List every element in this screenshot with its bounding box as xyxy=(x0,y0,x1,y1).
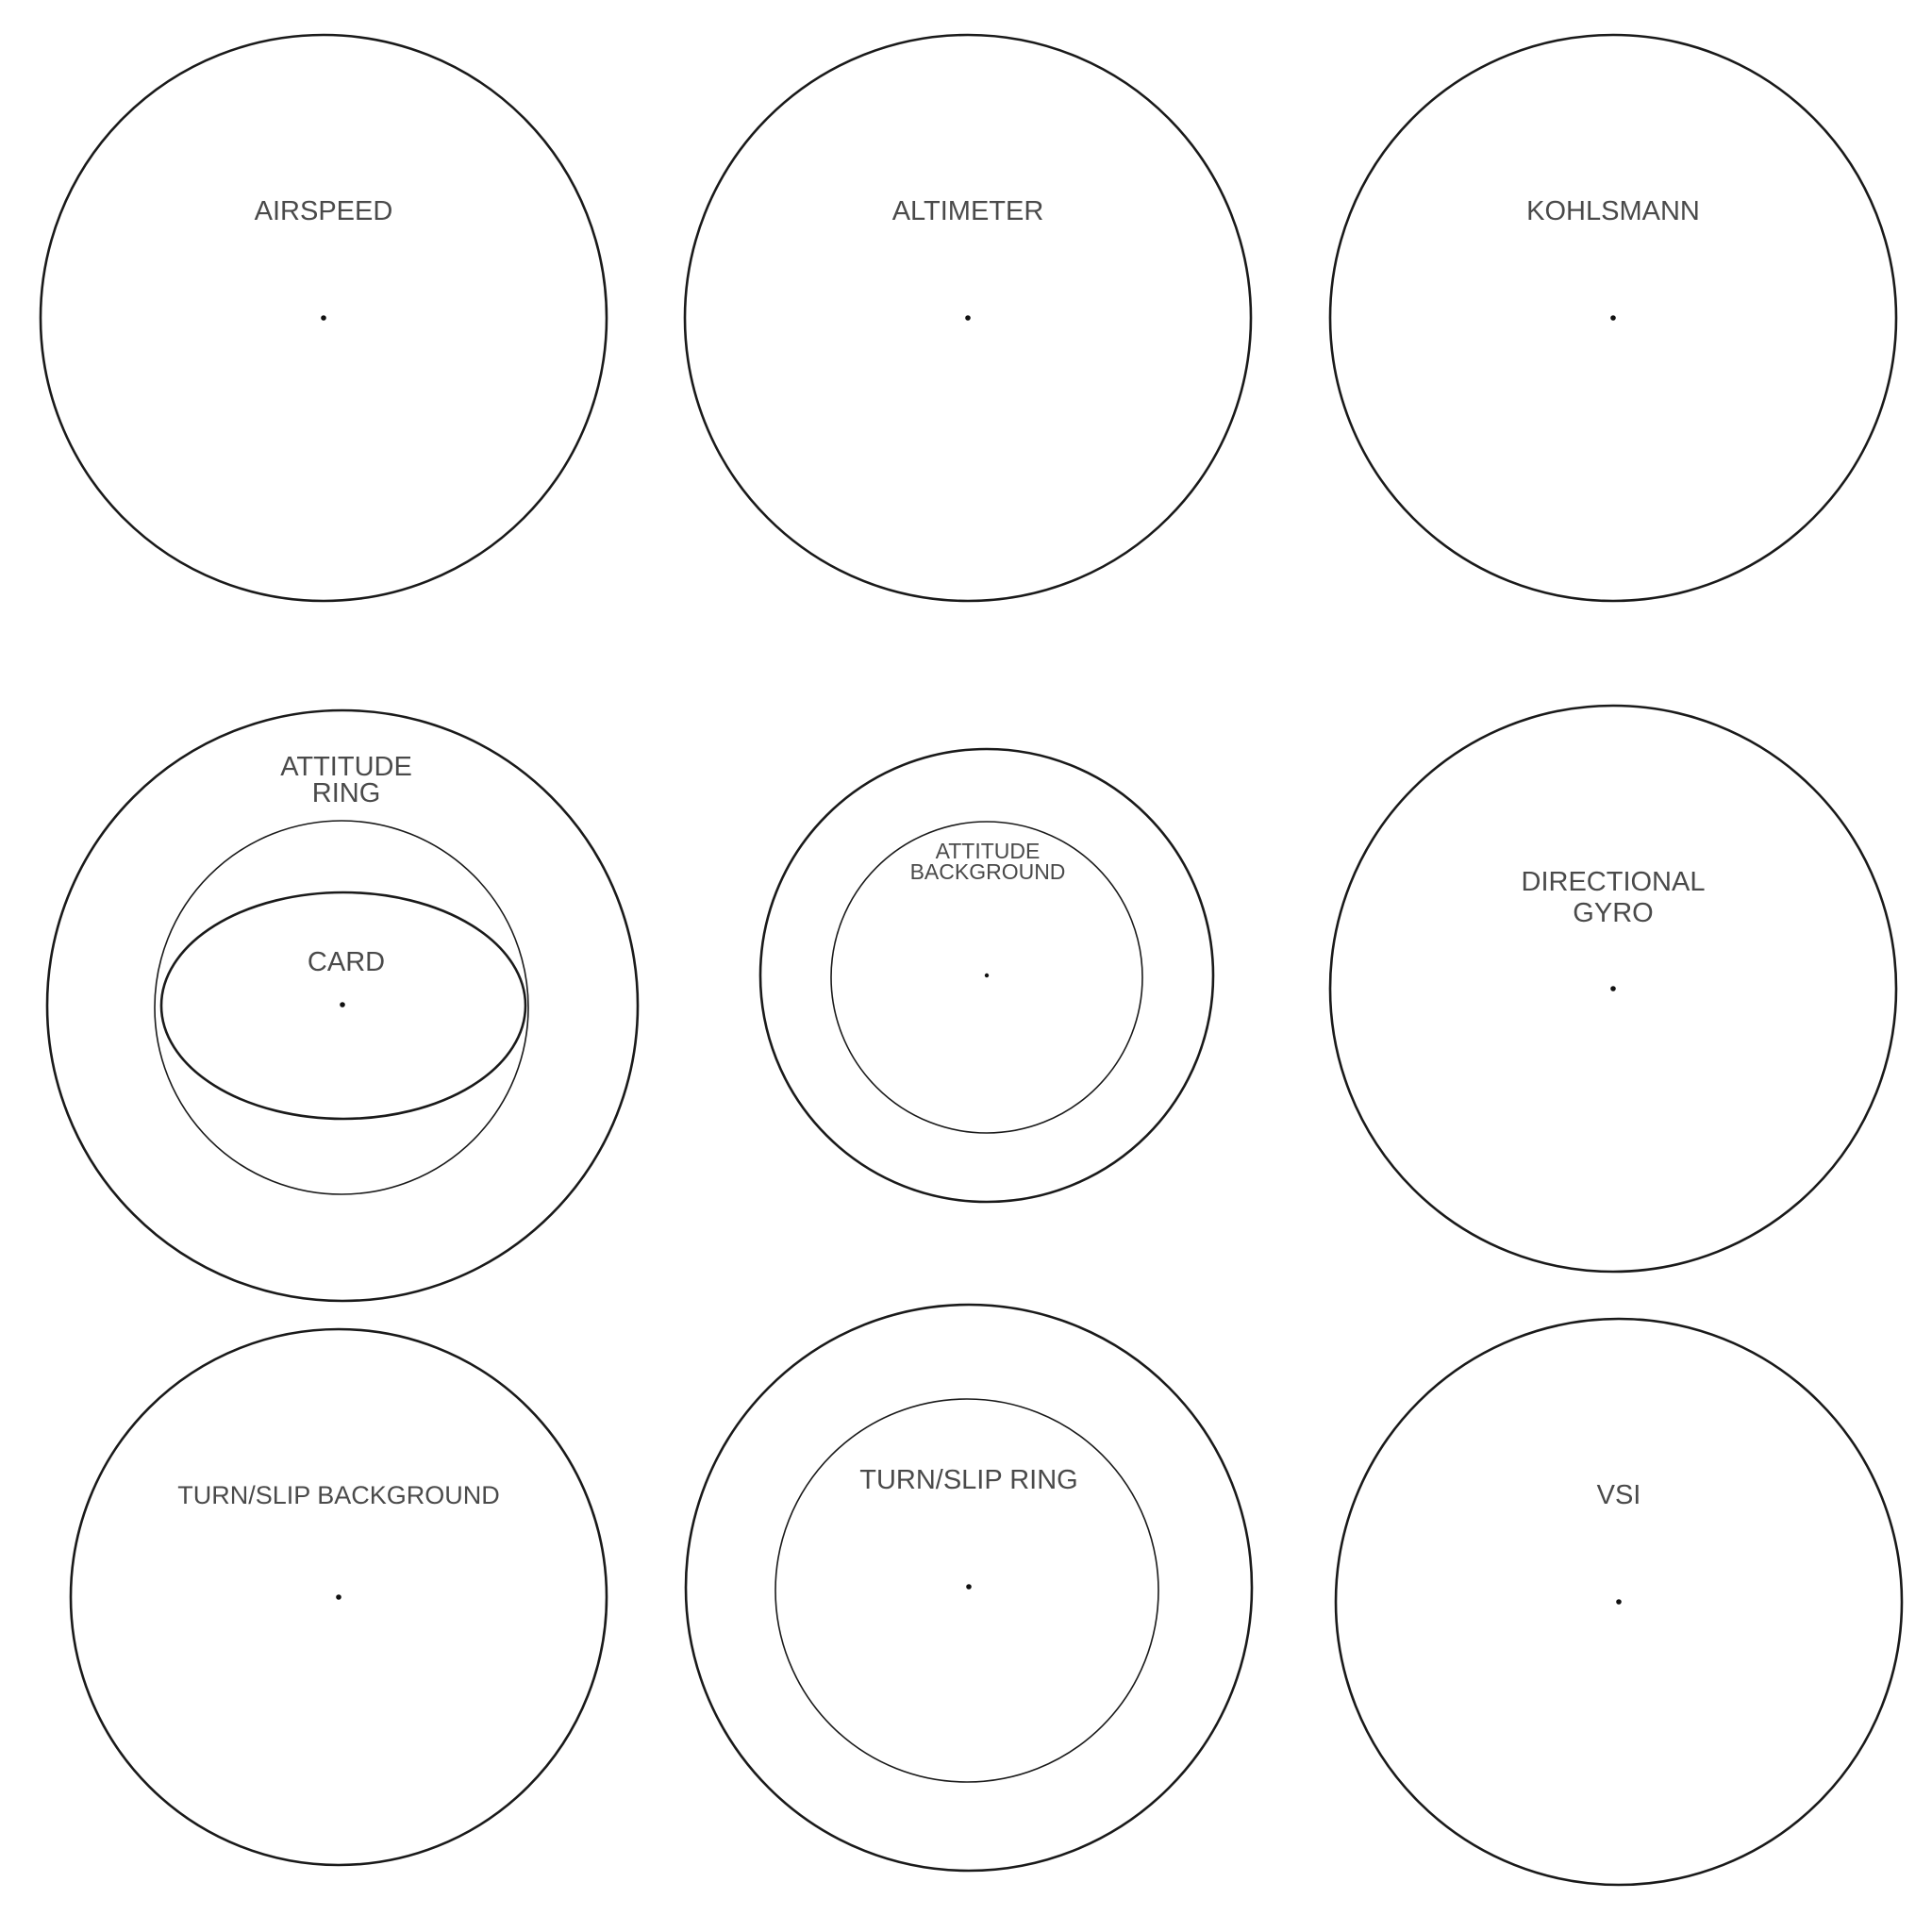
airspeed-label: AIRSPEED xyxy=(255,196,393,226)
card-center-dot xyxy=(340,1002,345,1008)
turn-slip-ring-center-dot xyxy=(966,1584,972,1590)
altimeter-center-dot xyxy=(965,315,971,321)
card-label: CARD xyxy=(308,947,385,977)
vsi-label: VSI xyxy=(1597,1480,1641,1510)
kohlsmann-center-dot xyxy=(1610,315,1616,321)
altimeter-gauge: ALTIMETER xyxy=(683,33,1253,603)
kohlsmann-gauge: KOHLSMANN xyxy=(1328,33,1898,603)
turn-slip-ring-label: TURN/SLIP RING xyxy=(859,1465,1078,1495)
turn-slip-ring-inner-circle xyxy=(774,1398,1159,1783)
attitude-ring-label-line2: RING xyxy=(312,778,381,808)
vsi-center-dot xyxy=(1616,1599,1622,1605)
directional-gyro-label-line1: DIRECTIONAL xyxy=(1522,867,1706,897)
altimeter-label: ALTIMETER xyxy=(892,196,1044,226)
attitude-ring-gauge: ATTITUDE RING CARD xyxy=(45,708,640,1303)
attitude-background-gauge: ATTITUDE BACKGROUND xyxy=(758,747,1215,1204)
turn-slip-background-label: TURN/SLIP BACKGROUND xyxy=(177,1481,500,1509)
attitude-background-label-line2: BACKGROUND xyxy=(910,859,1066,884)
directional-gyro-label-line2: GYRO xyxy=(1573,898,1653,928)
airspeed-center-dot xyxy=(321,315,326,321)
instrument-gauge-layout: AIRSPEED ALTIMETER KOHLSMANN ATTITUDE RI… xyxy=(39,33,1904,1887)
directional-gyro-center-dot xyxy=(1610,986,1616,991)
turn-slip-background-gauge: TURN/SLIP BACKGROUND xyxy=(69,1327,608,1867)
vsi-gauge: VSI xyxy=(1334,1317,1904,1887)
airspeed-gauge: AIRSPEED xyxy=(39,33,608,603)
attitude-background-center-dot xyxy=(984,973,990,978)
attitude-ring-inner-circle xyxy=(154,820,529,1195)
turn-slip-background-center-dot xyxy=(336,1594,341,1600)
directional-gyro-gauge: DIRECTIONAL GYRO xyxy=(1328,704,1898,1274)
turn-slip-ring-gauge: TURN/SLIP RING xyxy=(684,1303,1254,1873)
kohlsmann-label: KOHLSMANN xyxy=(1526,196,1700,226)
